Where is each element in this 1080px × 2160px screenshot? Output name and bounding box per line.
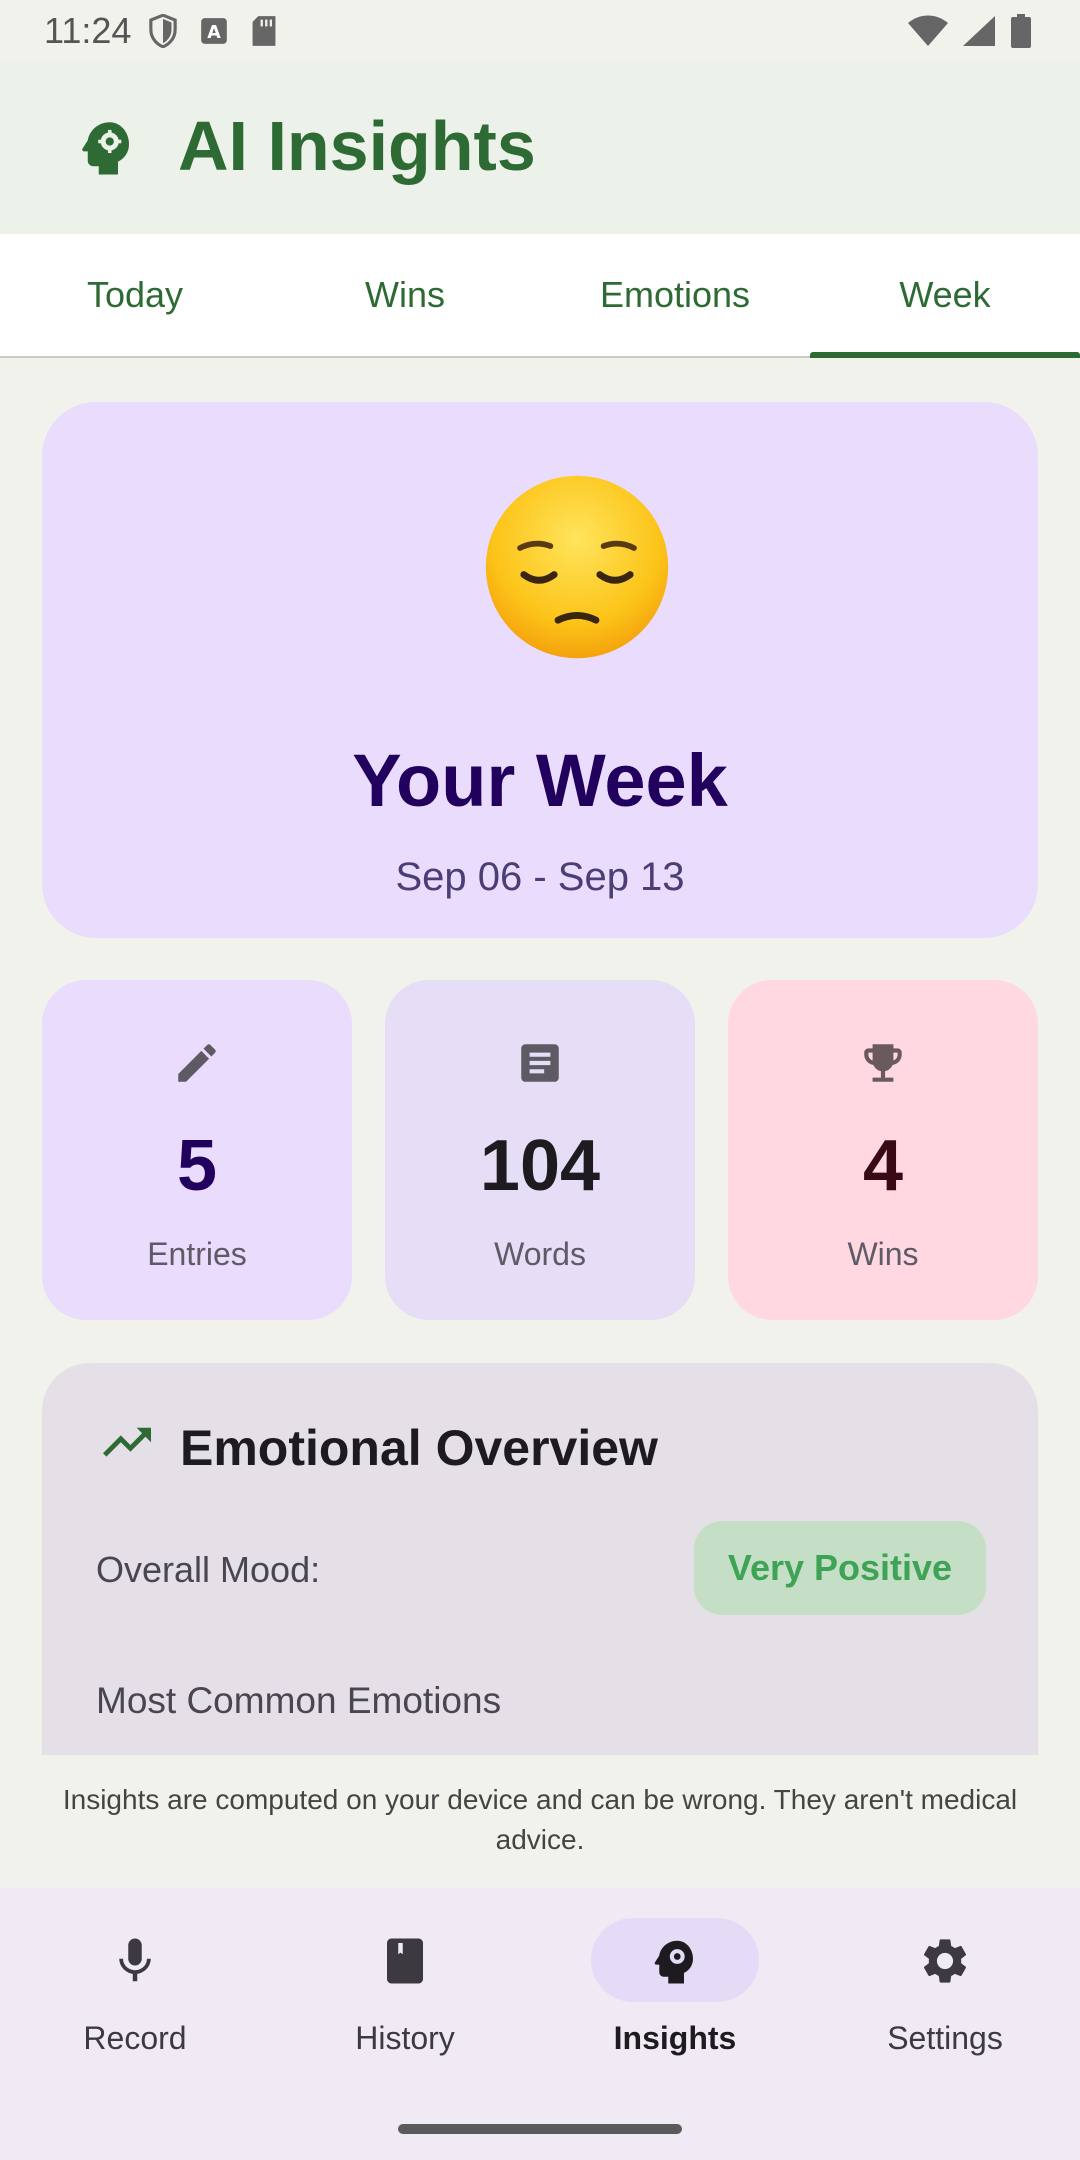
tab-today[interactable]: Today xyxy=(0,234,270,356)
nav-insights-label: Insights xyxy=(613,2020,737,2056)
wins-count: 4 xyxy=(862,1126,904,1206)
svg-text:A: A xyxy=(207,23,221,43)
nav-record[interactable]: Record xyxy=(0,1888,270,2160)
pencil-icon xyxy=(178,1044,216,1082)
nav-insights[interactable]: Insights xyxy=(540,1888,810,2160)
sd-card-icon xyxy=(252,16,276,46)
battery-icon xyxy=(1011,14,1031,48)
trophy-icon xyxy=(864,1044,902,1082)
overall-mood-badge: Very Positive xyxy=(694,1521,986,1615)
entries-stat-card: 5 Entries xyxy=(42,980,352,1320)
words-stat-card: 104 Words xyxy=(385,980,695,1320)
common-emotions-heading: Most Common Emotions xyxy=(96,1680,502,1721)
signal-icon xyxy=(963,16,995,46)
keyboard-a-icon: A xyxy=(201,18,227,44)
gear-icon xyxy=(923,1939,967,1983)
overall-mood-label: Overall Mood: xyxy=(96,1549,321,1590)
psychology-icon xyxy=(82,122,129,175)
disclaimer-text: Insights are computed on your device and… xyxy=(62,1784,1018,1855)
status-bar: 11:24 A xyxy=(0,0,1080,62)
week-title: Your Week xyxy=(352,739,728,822)
trending-up-icon xyxy=(103,1427,151,1457)
nav-settings[interactable]: Settings xyxy=(810,1888,1080,2160)
entries-count: 5 xyxy=(176,1126,218,1206)
shield-icon xyxy=(149,14,177,48)
tab-emotions[interactable]: Emotions xyxy=(540,234,810,356)
entries-label: Entries xyxy=(147,1236,247,1272)
nav-history-label: History xyxy=(355,2020,455,2056)
wins-stat-card: 4 Wins xyxy=(728,980,1038,1320)
week-date-range: Sep 06 - Sep 13 xyxy=(395,855,685,899)
book-icon xyxy=(387,1938,423,1984)
words-count: 104 xyxy=(479,1126,601,1206)
nav-record-label: Record xyxy=(83,2020,187,2056)
app-title: AI Insights xyxy=(178,107,536,185)
nav-history[interactable]: History xyxy=(270,1888,540,2160)
app-bar: AI Insights xyxy=(0,62,1080,234)
words-label: Words xyxy=(494,1236,586,1272)
home-indicator[interactable] xyxy=(398,2124,682,2134)
pensive-face-icon xyxy=(485,475,669,659)
bottom-navigation: Record History Insights Settings xyxy=(0,1888,1080,2160)
wins-label: Wins xyxy=(847,1236,919,1272)
status-time: 11:24 xyxy=(44,10,132,51)
psychology-icon xyxy=(654,1940,693,1984)
tab-bar: Today Wins Emotions Week xyxy=(0,234,1080,358)
tab-wins[interactable]: Wins xyxy=(270,234,540,356)
tab-week[interactable]: Week xyxy=(810,234,1080,358)
insights-content[interactable]: Your Week Sep 06 - Sep 13 5 Entries 104 … xyxy=(0,360,1080,1755)
article-icon xyxy=(521,1044,559,1082)
wifi-icon xyxy=(908,15,948,46)
nav-settings-label: Settings xyxy=(887,2020,1003,2056)
emotional-overview-card: Emotional Overview Overall Mood: Very Po… xyxy=(42,1363,1038,1755)
mic-icon xyxy=(119,1938,151,1982)
week-summary-card: Your Week Sep 06 - Sep 13 xyxy=(42,402,1038,938)
emotional-overview-title: Emotional Overview xyxy=(180,1420,658,1476)
